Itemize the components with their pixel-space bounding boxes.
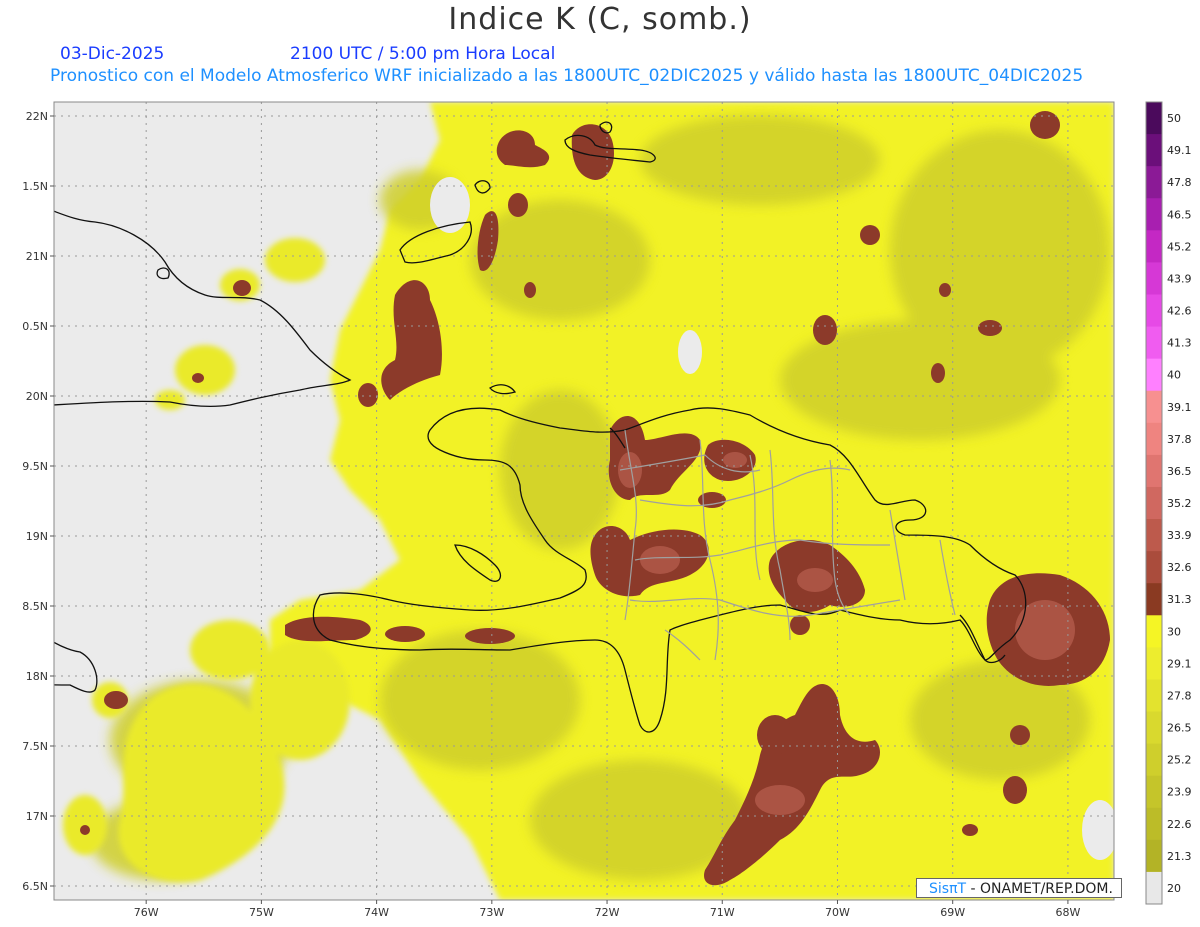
colorbar-swatch bbox=[1146, 134, 1162, 167]
lon-label: 70W bbox=[825, 906, 850, 919]
colorbar-label: 39.1 bbox=[1167, 401, 1192, 414]
lat-label: 7.5N bbox=[22, 740, 48, 753]
colorbar-swatch bbox=[1146, 743, 1162, 777]
colorbar-swatch bbox=[1146, 262, 1162, 295]
colorbar-label: 40 bbox=[1167, 369, 1181, 382]
colorbar-swatch bbox=[1146, 390, 1162, 424]
colorbar-label: 20 bbox=[1167, 882, 1181, 895]
colorbar-swatch bbox=[1146, 294, 1162, 328]
colorbar-swatch bbox=[1146, 454, 1162, 488]
lon-label: 76W bbox=[134, 906, 159, 919]
colorbar-label: 23.9 bbox=[1167, 786, 1192, 799]
colorbar-swatch bbox=[1146, 486, 1162, 520]
colorbar-label: 32.6 bbox=[1167, 561, 1192, 574]
lon-label: 69W bbox=[940, 906, 965, 919]
lat-label: 6.5N bbox=[22, 880, 48, 893]
lon-label: 68W bbox=[1055, 906, 1080, 919]
colorbar-swatch bbox=[1146, 102, 1162, 135]
colorbar-swatch bbox=[1146, 615, 1162, 648]
lon-label: 74W bbox=[364, 906, 389, 919]
lon-label: 72W bbox=[595, 906, 620, 919]
lat-label: 17N bbox=[26, 810, 48, 823]
lat-label: 8.5N bbox=[22, 600, 48, 613]
lat-label: 20N bbox=[26, 390, 48, 403]
lat-label: 18N bbox=[26, 670, 48, 683]
colorbar-label: 50 bbox=[1167, 112, 1181, 125]
colorbar-swatch bbox=[1146, 166, 1162, 199]
colorbar-label: 27.8 bbox=[1167, 689, 1192, 702]
lon-label: 71W bbox=[710, 906, 735, 919]
colorbar-swatch bbox=[1146, 807, 1162, 841]
colorbar-label: 25.2 bbox=[1167, 754, 1192, 767]
colorbar-label: 45.2 bbox=[1167, 240, 1192, 253]
colorbar-label: 42.6 bbox=[1167, 305, 1192, 318]
lat-axis-labels: 22N 1.5N 21N 0.5N 20N 9.5N 19N 8.5N 18N 7.5N 17N 6.… bbox=[22, 110, 54, 893]
colorbar-label: 41.3 bbox=[1167, 337, 1192, 350]
colorbar-label: 37.8 bbox=[1167, 433, 1192, 446]
colorbar-label: 22.6 bbox=[1167, 818, 1192, 831]
colorbar-swatch bbox=[1146, 839, 1162, 873]
colorbar-label: 33.9 bbox=[1167, 529, 1192, 542]
lon-axis-labels: 76W 75W 74W 73W 72W 71W 70W 69W 68W bbox=[134, 900, 1080, 919]
colorbar-swatch bbox=[1146, 551, 1162, 584]
lon-label: 73W bbox=[479, 906, 504, 919]
colorbar-label: 36.5 bbox=[1167, 465, 1192, 478]
colorbar-swatch bbox=[1146, 871, 1162, 905]
lat-label: 1.5N bbox=[22, 180, 48, 193]
colorbar-swatch bbox=[1146, 358, 1162, 392]
lat-label: 21N bbox=[26, 250, 48, 263]
onamet-logo: SisπT - ONAMET/REP.DOM. bbox=[916, 878, 1122, 898]
colorbar-swatch bbox=[1146, 230, 1162, 263]
sispi-brand: SisπT bbox=[929, 881, 967, 897]
colorbar-label: 31.3 bbox=[1167, 593, 1192, 606]
colorbar-swatch bbox=[1146, 647, 1162, 680]
colorbar-label: 47.8 bbox=[1167, 176, 1192, 189]
lat-label: 9.5N bbox=[22, 460, 48, 473]
colorbar-label: 35.2 bbox=[1167, 497, 1192, 510]
colorbar-label: 26.5 bbox=[1167, 722, 1192, 735]
colorbar-label: 21.3 bbox=[1167, 850, 1192, 863]
k-index-map: 22N 1.5N 21N 0.5N 20N 9.5N 19N 8.5N 18N 7.5N 17N 6.… bbox=[22, 101, 1192, 919]
colorbar-swatch bbox=[1146, 679, 1162, 713]
colorbar-label: 29.1 bbox=[1167, 657, 1192, 670]
lon-label: 75W bbox=[249, 906, 274, 919]
colorbar-label: 30 bbox=[1167, 625, 1181, 638]
lat-label: 19N bbox=[26, 530, 48, 543]
colorbar-swatch bbox=[1146, 711, 1162, 745]
colorbar: 50 49.1 47.8 46.5 45.2 43.9 42.6 41.3 40 39.1 37.8… bbox=[1145, 101, 1192, 905]
colorbar-swatch bbox=[1146, 583, 1162, 616]
colorbar-swatch bbox=[1146, 775, 1162, 809]
colorbar-swatch bbox=[1146, 326, 1162, 360]
colorbar-label: 43.9 bbox=[1167, 272, 1192, 285]
lat-label: 22N bbox=[26, 110, 48, 123]
onamet-text: - ONAMET/REP.DOM. bbox=[970, 881, 1113, 897]
colorbar-swatch bbox=[1146, 198, 1162, 231]
lat-label: 0.5N bbox=[22, 320, 48, 333]
colorbar-label: 49.1 bbox=[1167, 144, 1192, 157]
colorbar-swatch bbox=[1146, 519, 1162, 552]
colorbar-label: 46.5 bbox=[1167, 208, 1192, 221]
colorbar-swatch bbox=[1146, 422, 1162, 456]
